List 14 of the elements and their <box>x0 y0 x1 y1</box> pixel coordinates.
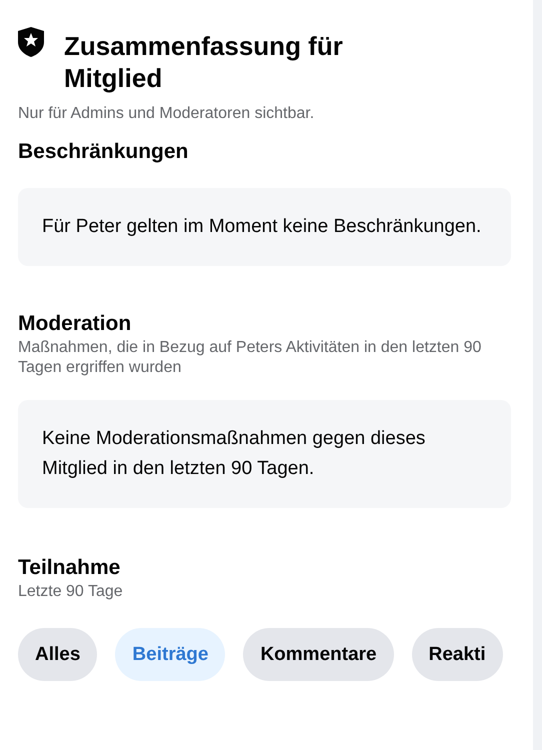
section-subtitle: Maßnahmen, die in Bezug auf Peters Aktivitäten in den letzten 90 Tagen ergriffen wurden <box>18 338 482 378</box>
filter-chip[interactable]: Kommentare <box>243 628 394 681</box>
section-title: Moderation <box>18 311 132 337</box>
shield-star-icon <box>18 27 44 57</box>
filter-chip[interactable]: Beiträge <box>115 628 226 681</box>
filter-chip[interactable]: Reakti <box>412 628 503 681</box>
section-subtitle: Letzte 90 Tage <box>18 582 124 602</box>
info-card: Keine Moderationsmaßnahmen gegen dieses Mitglied in den letzten 90 Tagen. <box>18 400 511 508</box>
visibility-note: Nur für Admins und Moderatoren sichtbar. <box>18 104 316 124</box>
info-card: Für Peter gelten im Moment keine Beschränkungen. <box>18 188 511 266</box>
panel-title: Zusammenfassung für Mitglied <box>64 30 344 94</box>
filter-chip[interactable]: Alles <box>18 628 98 681</box>
section-title: Beschränkungen <box>18 139 190 165</box>
section-title: Teilnahme <box>18 555 122 581</box>
